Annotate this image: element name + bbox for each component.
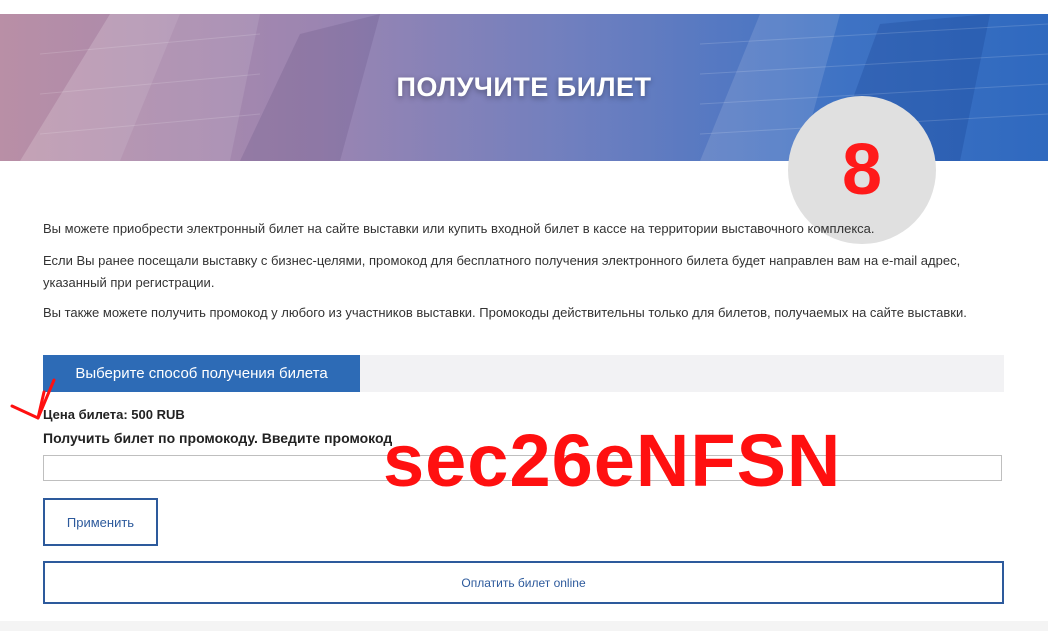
intro-paragraph-2: Если Вы ранее посещали выставку с бизнес… <box>43 253 961 290</box>
ticket-price: Цена билета: 500 RUB <box>43 407 185 422</box>
page-bottom-strip <box>0 621 1048 631</box>
page-title: ПОЛУЧИТЕ БИЛЕТ <box>396 72 652 102</box>
promo-code-overlay: sec26eNFSN <box>383 419 842 502</box>
pay-online-button[interactable]: Оплатить билет online <box>43 561 1004 604</box>
intro-paragraph-1: Вы можете приобрести электронный билет н… <box>43 221 875 236</box>
tab-select-method[interactable]: Выберите способ получения билета <box>43 355 360 392</box>
apply-button[interactable]: Применить <box>43 498 158 546</box>
red-arrow-icon <box>10 378 56 420</box>
intro-paragraph-3: Вы также можете получить промокод у любо… <box>43 305 967 320</box>
ticket-method-bar: Выберите способ получения билета <box>43 355 1004 392</box>
promo-code-label: Получить билет по промокоду. Введите про… <box>43 430 393 446</box>
